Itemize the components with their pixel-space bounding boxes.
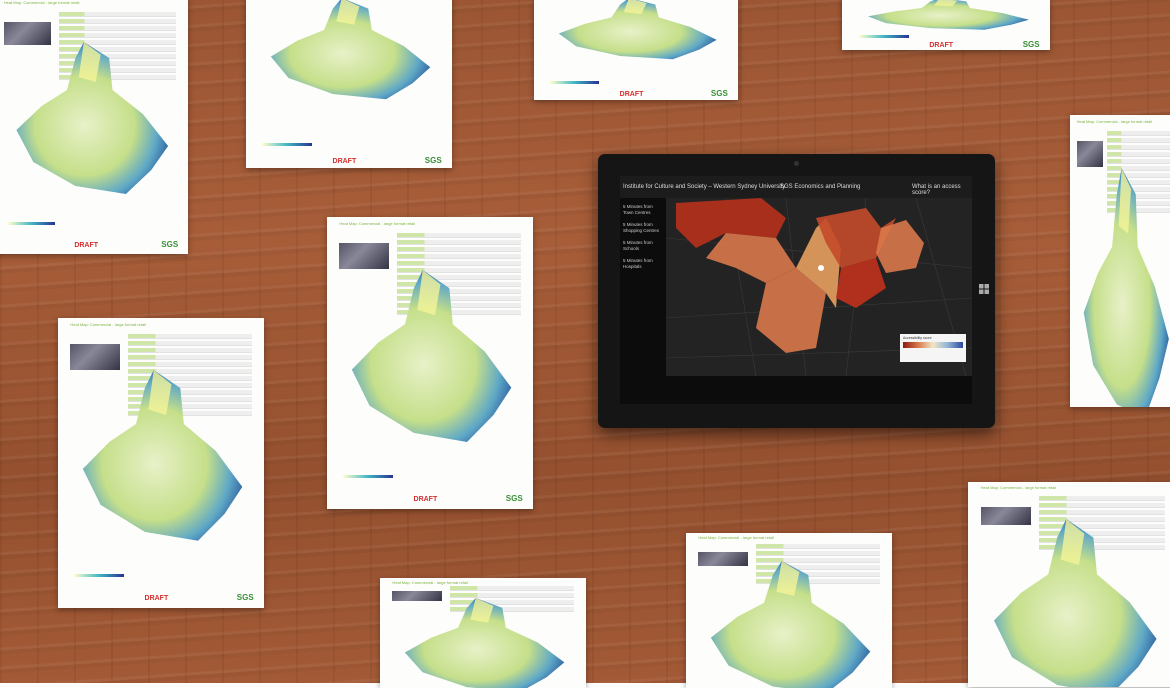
tablet-screen: Institute for Culture and Society – West… [620,176,972,404]
sgs-logo: SGS [161,239,179,249]
map-sheet: DRAFT SGS [534,0,738,100]
legend-gradient [903,342,963,348]
sheet-draft-stamp: DRAFT [619,90,644,98]
map-sheet: Heat Map: Commercial - large format reta… [686,533,892,688]
sheet-draft-stamp: DRAFT [144,595,169,603]
layer-sidebar: 5 Minutes from Town Centres 5 Minutes fr… [620,198,666,358]
map-sheet: Heat Map: Commercial - large format reta… [968,482,1170,687]
sheet-heat-map [83,370,243,541]
sheet-legend-scale [858,34,909,38]
sheet-heat-map [271,0,431,100]
sidebar-item-schools[interactable]: 5 Minutes from Schools [623,240,663,252]
sheet-heat-map [993,518,1157,687]
sheet-header: Heat Map: Commercial - large format reta… [392,579,468,585]
sheet-header: Heat Map: Commercial - large format reta… [339,221,415,227]
sheet-heat-map [352,269,512,442]
sidebar-item-shopping[interactable]: 5 Minutes from Shopping Centres [623,222,663,234]
map-sheet: Heat Map: Commercial - large format reta… [58,318,264,608]
sheet-draft-stamp: DRAFT [332,157,357,165]
map-sheet: Heat Map: Commercial - large format reta… [1070,115,1170,407]
firm-name: SGS Economics and Planning [780,184,861,190]
map-sheet: DRAFT SGS [842,0,1050,50]
sheet-legend-scale [74,573,124,577]
sheet-header: Heat Map: Commercial - large format reta… [3,0,80,5]
map-sheet: DRAFT SGS [246,0,452,168]
sidebar-item-town-centres[interactable]: 5 Minutes from Town Centres [623,204,663,216]
map-sheet: Heat Map: Commercial - large format reta… [0,0,188,254]
sgs-logo: SGS [424,155,442,165]
sidebar-item-hospitals[interactable]: 5 Minutes from Hospitals [623,258,663,270]
sheet-heat-map [405,597,565,688]
sheet-legend-scale [550,80,600,84]
sheet-heat-map [1083,167,1169,407]
sgs-logo: SGS [505,494,523,504]
sheet-photo [1076,141,1103,168]
sheet-heat-map [867,0,1029,30]
sheet-photo [339,243,389,270]
camera-icon [794,161,799,166]
map-legend: Accessibility score [900,334,966,362]
legend-title: Accessibility score [903,336,932,340]
sheet-header: Heat Map: Commercial - large format reta… [980,485,1057,491]
sheet-heat-map [711,560,871,688]
sgs-logo: SGS [710,88,728,98]
heat-map-view[interactable]: Accessibility score [665,197,972,377]
map-sheet: Heat Map: Commercial - large format reta… [327,217,533,509]
tablet-device: Institute for Culture and Society – West… [598,154,995,428]
search-hint[interactable]: What is an access score? [912,184,972,196]
sheet-header: Heat Map: Commercial - large format reta… [70,322,146,328]
sheet-legend-scale [7,222,55,226]
sheet-header: Heat Map: Commercial - large format reta… [698,535,774,541]
sheet-legend-scale [262,143,312,147]
app-topbar: Institute for Culture and Society – West… [620,176,972,198]
sheet-draft-stamp: DRAFT [74,241,99,249]
windows-logo-icon [979,284,989,294]
sheet-legend-scale [343,474,393,478]
app-title: Institute for Culture and Society – West… [623,184,786,190]
map-sheet: Heat Map: Commercial - large format reta… [380,578,586,688]
sgs-logo: SGS [236,593,254,603]
sheet-photo [70,344,120,371]
sheet-draft-stamp: DRAFT [413,496,438,504]
sgs-logo: SGS [1022,39,1040,49]
sheet-heat-map [16,42,168,195]
sheet-heat-map [559,0,717,60]
sheet-draft-stamp: DRAFT [929,41,954,49]
sheet-header: Heat Map: Commercial - large format reta… [1076,119,1153,125]
